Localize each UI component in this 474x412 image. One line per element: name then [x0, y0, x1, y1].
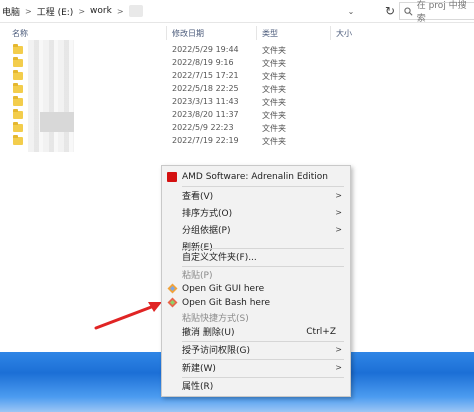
column-header-size[interactable]: 大小: [336, 28, 352, 39]
menu-item-undo-delete[interactable]: 撤消 删除(U) Ctrl+Z: [162, 323, 350, 340]
menu-item-label: Open Git Bash here: [182, 297, 270, 308]
folder-icon: [13, 109, 23, 119]
chevron-right-icon[interactable]: >: [114, 7, 127, 16]
submenu-chevron-icon: >: [335, 363, 342, 372]
submenu-chevron-icon: >: [335, 191, 342, 200]
folder-icon: [13, 57, 23, 67]
address-bar: 电脑 > 工程 (E:) > work > ⌄ ↻ 在 proj 中搜索: [0, 0, 474, 24]
breadcrumb[interactable]: 电脑 > 工程 (E:) > work >: [0, 0, 330, 22]
file-date: 2022/5/18 22:25: [172, 84, 239, 93]
file-date: 2022/7/15 17:21: [172, 71, 239, 80]
menu-item-label: Open Git GUI here: [182, 283, 265, 294]
folder-icon: [13, 83, 23, 93]
column-header-date[interactable]: 修改日期: [172, 28, 204, 39]
submenu-chevron-icon: >: [335, 208, 342, 217]
menu-item-properties[interactable]: 属性(R): [162, 377, 350, 394]
menu-item-label: 新建(W): [182, 364, 216, 374]
menu-item-label: 排序方式(O): [182, 209, 233, 219]
menu-item-label: 属性(R): [182, 382, 214, 392]
submenu-chevron-icon: >: [335, 225, 342, 234]
folder-icon: [13, 44, 23, 54]
chevron-right-icon[interactable]: >: [22, 7, 35, 16]
file-date: 2022/8/19 9:16: [172, 58, 234, 67]
git-bash-icon: [167, 297, 178, 308]
file-type: 文件夹: [262, 72, 286, 81]
folder-icon: [13, 70, 23, 80]
file-date: 2023/8/20 11:37: [172, 110, 239, 119]
git-gui-icon: [167, 283, 178, 294]
search-box[interactable]: 在 proj 中搜索: [399, 1, 474, 24]
file-type: 文件夹: [262, 111, 286, 120]
file-date: 2022/7/19 22:19: [172, 136, 239, 145]
menu-item-view[interactable]: 查看(V) >: [162, 187, 350, 204]
annotation-arrow-icon: [94, 302, 162, 330]
menu-item-label: AMD Software: Adrenalin Edition: [182, 171, 328, 182]
chevron-right-icon[interactable]: >: [75, 7, 88, 16]
column-header-type[interactable]: 类型: [262, 28, 278, 39]
column-header-name[interactable]: 名称: [12, 28, 28, 39]
file-type: 文件夹: [262, 59, 286, 68]
file-type: 文件夹: [262, 124, 286, 133]
column-divider[interactable]: [256, 26, 257, 40]
crumb-drive-e[interactable]: 工程 (E:): [35, 5, 76, 18]
menu-item-label: 撤消 删除(U): [182, 328, 235, 338]
menu-item-group-by[interactable]: 分组依据(P) >: [162, 221, 350, 238]
crumb-redacted[interactable]: [128, 5, 143, 17]
crumb-work[interactable]: work: [88, 6, 114, 16]
menu-item-shortcut: Ctrl+Z: [306, 326, 336, 337]
menu-item-grant-access[interactable]: 授予访问权限(G) >: [162, 341, 350, 358]
address-history-chevron-icon[interactable]: ⌄: [345, 5, 357, 17]
file-date: 2022/5/29 19:44: [172, 45, 239, 54]
column-divider[interactable]: [166, 26, 167, 40]
menu-item-label: 分组依据(P): [182, 226, 231, 236]
folder-icon: [13, 135, 23, 145]
menu-item-new[interactable]: 新建(W) >: [162, 359, 350, 376]
file-type: 文件夹: [262, 46, 286, 55]
file-type: 文件夹: [262, 85, 286, 94]
folder-icon: [13, 96, 23, 106]
menu-item-label: 查看(V): [182, 192, 214, 202]
search-placeholder: 在 proj 中搜索: [416, 1, 467, 24]
refresh-icon[interactable]: ↻: [382, 3, 398, 19]
file-date: 2022/5/9 22:23: [172, 123, 234, 132]
menu-item-customize-folder[interactable]: 自定义文件夹(F)...: [162, 248, 350, 265]
menu-item-label: 授予访问权限(G): [182, 346, 250, 356]
redacted-file-names: [40, 112, 74, 132]
amd-logo-icon: [167, 172, 177, 182]
file-type: 文件夹: [262, 98, 286, 107]
search-icon: [404, 6, 413, 16]
menu-item-sort[interactable]: 排序方式(O) >: [162, 204, 350, 221]
submenu-chevron-icon: >: [335, 345, 342, 354]
menu-item-label: 自定义文件夹(F)...: [182, 253, 257, 263]
file-type: 文件夹: [262, 137, 286, 146]
crumb-this-pc[interactable]: 电脑: [0, 5, 22, 18]
folder-icon: [13, 122, 23, 132]
redacted-file-names: [28, 40, 74, 152]
column-divider[interactable]: [330, 26, 331, 40]
menu-item-amd-software[interactable]: AMD Software: Adrenalin Edition: [162, 168, 350, 185]
file-date: 2023/3/13 11:43: [172, 97, 239, 106]
context-menu: AMD Software: Adrenalin Edition 查看(V) > …: [161, 165, 351, 397]
